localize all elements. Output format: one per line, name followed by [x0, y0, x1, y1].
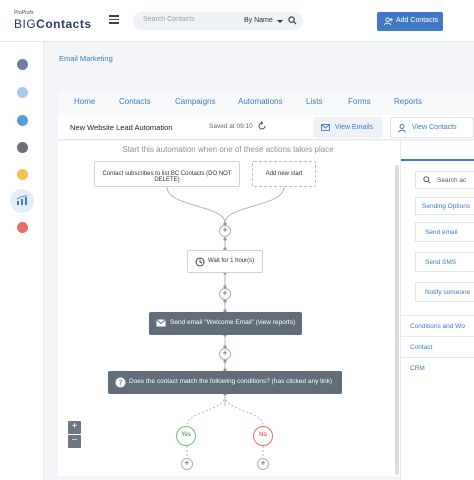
search-bar: By Name [133, 12, 303, 30]
sidebar-item-5[interactable] [17, 169, 28, 180]
yes-branch[interactable]: Yes [176, 426, 196, 446]
sidebar-item-6[interactable] [17, 222, 28, 233]
tab-forms[interactable]: Forms [348, 97, 371, 106]
refresh-icon[interactable] [257, 121, 267, 131]
trigger-label: Contact subscribes to list BC Contacts (… [102, 171, 232, 183]
automation-title[interactable]: New Website Lead Automation [70, 123, 172, 132]
workflow-canvas[interactable]: Start this automation when one of these … [58, 141, 400, 476]
sidebar-item-1[interactable] [17, 59, 28, 70]
add-step-button[interactable]: + [219, 288, 231, 300]
envelope-icon [156, 319, 166, 327]
action-label: Send SMS [425, 259, 457, 266]
chevron-down-icon[interactable] [277, 20, 283, 23]
wait-node[interactable]: Wait for 1 hour(s) [187, 250, 263, 273]
add-new-start-label: Add new start [265, 171, 303, 177]
tab-automations[interactable]: Automations [238, 97, 282, 106]
sending-options-header[interactable]: Sending Options [415, 197, 474, 215]
svg-text:?: ? [118, 378, 122, 387]
logo-name-bold: Contacts [36, 17, 92, 31]
view-contacts-label: View Contacts [412, 124, 457, 131]
logo-small-text: ProProfs [14, 10, 34, 16]
logo[interactable]: ProProfs BIGContacts [14, 10, 94, 34]
section-crm[interactable]: CRM [401, 357, 474, 377]
bar-chart-icon [16, 195, 28, 205]
view-emails-button[interactable]: View Emails [313, 117, 383, 138]
add-user-icon [384, 17, 393, 26]
canvas-scrollbar[interactable] [395, 165, 399, 475]
section-label: Contact [410, 344, 433, 351]
add-contacts-button[interactable]: Add Contacts [377, 12, 443, 31]
search-by-dropdown[interactable]: By Name [244, 17, 273, 24]
send-email-node[interactable]: Send email "Welcome Email" (view reports… [149, 312, 302, 335]
sidebar [0, 42, 44, 480]
search-icon [423, 176, 431, 184]
view-contacts-button[interactable]: View Contacts [390, 117, 474, 138]
zoom-out-button[interactable]: − [68, 435, 81, 448]
tab-lists[interactable]: Lists [306, 97, 322, 106]
start-instructions: Start this automation when one of these … [122, 145, 334, 154]
automation-header: New Website Lead Automation Saved at 09:… [58, 115, 474, 140]
tab-contacts[interactable]: Contacts [119, 97, 151, 106]
view-emails-label: View Emails [335, 124, 373, 131]
actions-search[interactable]: Search ac [415, 171, 474, 189]
top-bar: ProProfs BIGContacts By Name Add Contact… [0, 0, 474, 42]
action-notify-someone[interactable]: Notify someone [415, 282, 474, 302]
logo-main-text: BIGContacts [14, 17, 92, 31]
workflow-connectors [166, 186, 285, 458]
zoom-in-button[interactable]: + [68, 421, 81, 434]
sidebar-item-4[interactable] [17, 142, 28, 153]
section-contact[interactable]: Contact [401, 336, 474, 356]
hamburger-menu-icon[interactable] [109, 15, 119, 24]
nav-tabs: Home Contacts Campaigns Automations List… [58, 90, 474, 116]
panel-tab-indicator [401, 159, 474, 161]
user-icon [398, 124, 406, 133]
tab-home[interactable]: Home [74, 97, 95, 106]
sidebar-item-2[interactable] [17, 87, 28, 98]
add-contacts-label: Add Contacts [396, 17, 439, 24]
wait-label: Wait for 1 hour(s) [208, 258, 255, 264]
search-icon[interactable] [288, 16, 297, 25]
add-no-step-button[interactable]: + [257, 458, 269, 470]
sidebar-item-marketing[interactable] [10, 189, 34, 213]
action-send-sms[interactable]: Send SMS [415, 252, 474, 272]
sending-options-label: Sending Options [422, 203, 471, 210]
breadcrumb[interactable]: Email Marketing [59, 54, 113, 63]
actions-panel: Search ac Sending Options Send email Sen… [400, 141, 474, 480]
sidebar-item-3[interactable] [17, 115, 28, 126]
question-icon: ? [115, 377, 126, 388]
trigger-node[interactable]: Contact subscribes to list BC Contacts (… [94, 161, 240, 187]
actions-search-label: Search ac [437, 177, 467, 184]
tab-reports[interactable]: Reports [394, 97, 422, 106]
condition-node[interactable]: ? Does the contact match the following c… [108, 371, 342, 394]
saved-status: Saved at 09:10 [209, 123, 253, 130]
add-new-start-button[interactable]: Add new start [252, 161, 316, 187]
section-label: Conditions and Wo [410, 323, 465, 330]
condition-label: Does the contact match the following con… [129, 378, 333, 385]
section-label: CRM [410, 365, 425, 372]
logo-name-light: BIG [14, 17, 37, 31]
search-input[interactable] [143, 16, 233, 23]
action-send-email[interactable]: Send email [415, 222, 474, 242]
tab-campaigns[interactable]: Campaigns [175, 97, 215, 106]
add-step-button[interactable]: + [219, 348, 231, 360]
send-email-label: Send email "Welcome Email" (view reports… [170, 319, 296, 326]
no-branch[interactable]: No [253, 426, 273, 446]
add-yes-step-button[interactable]: + [181, 458, 193, 470]
action-label: Notify someone [425, 289, 471, 296]
clock-icon [195, 257, 205, 267]
action-label: Send email [425, 229, 458, 236]
add-step-button[interactable]: + [219, 225, 231, 237]
envelope-icon [321, 124, 330, 131]
section-conditions[interactable]: Conditions and Wo [401, 315, 474, 335]
